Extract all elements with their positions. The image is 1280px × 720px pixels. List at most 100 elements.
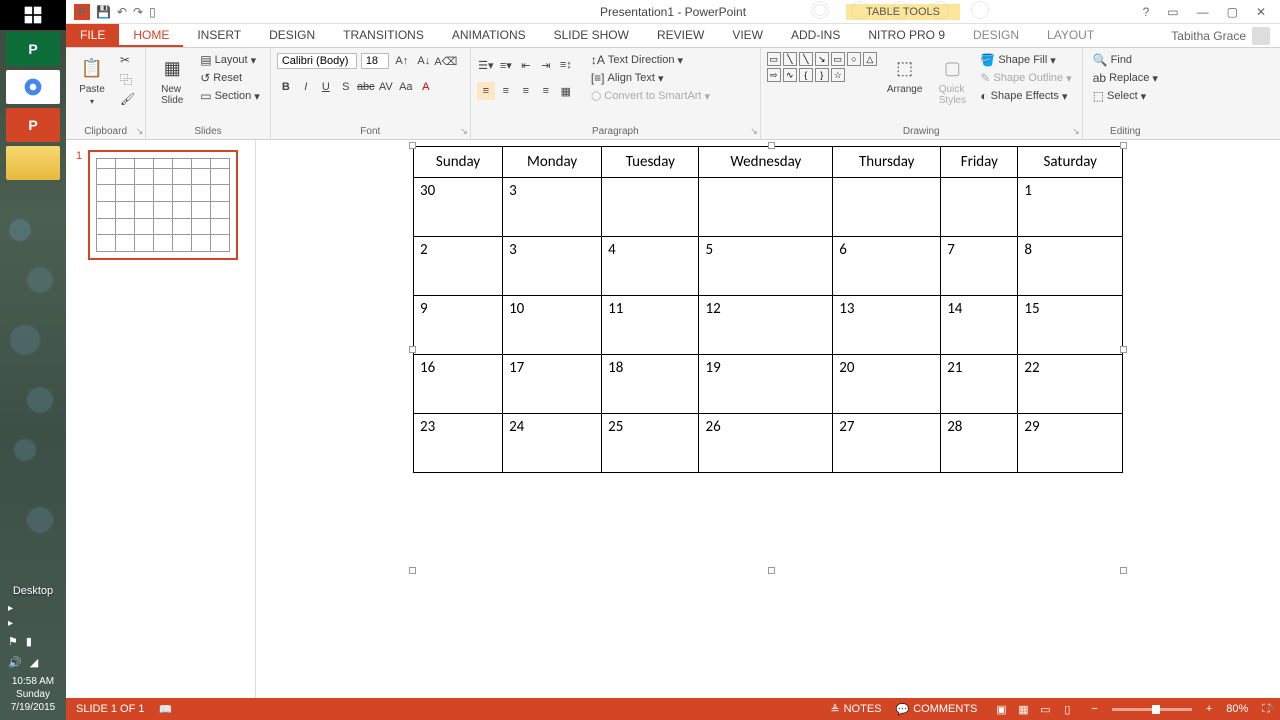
slide-count[interactable]: SLIDE 1 OF 1	[76, 703, 144, 715]
calendar-cell[interactable]: 20	[833, 355, 941, 414]
clear-format-button[interactable]: A⌫	[437, 52, 455, 70]
shape-star-icon[interactable]: ☆	[831, 68, 845, 82]
underline-button[interactable]: U	[317, 78, 335, 96]
section-button[interactable]: ▭Section▾	[196, 88, 264, 104]
calendar-cell[interactable]: 14	[941, 296, 1018, 355]
tab-nitro[interactable]: NITRO PRO 9	[854, 24, 959, 47]
grow-font-button[interactable]: A↑	[393, 52, 411, 70]
shrink-font-button[interactable]: A↓	[415, 52, 433, 70]
calendar-cell[interactable]	[833, 178, 941, 237]
decrease-indent-button[interactable]: ⇤	[517, 56, 535, 74]
taskbar-chrome-icon[interactable]	[6, 70, 60, 104]
shape-arrow2-icon[interactable]: ⇨	[767, 68, 781, 82]
tab-file[interactable]: FILE	[66, 24, 119, 47]
shape-tri-icon[interactable]: △	[863, 52, 877, 66]
header-saturday[interactable]: Saturday	[1018, 147, 1123, 178]
layout-button[interactable]: ▤Layout▾	[196, 52, 264, 68]
align-text-button[interactable]: [≡]Align Text▾	[587, 70, 714, 86]
spacing-button[interactable]: AV	[377, 78, 395, 96]
justify-button[interactable]: ≡	[537, 82, 555, 100]
calendar-cell[interactable]: 3	[503, 237, 602, 296]
calendar-cell[interactable]: 25	[602, 414, 699, 473]
calendar-cell[interactable]: 18	[602, 355, 699, 414]
quick-styles-button[interactable]: ▢ Quick Styles	[932, 52, 972, 108]
battery-icon[interactable]: ▮	[26, 635, 32, 648]
font-launcher-icon[interactable]: ↘	[460, 126, 468, 137]
tab-home[interactable]: HOME	[119, 24, 183, 47]
tab-table-layout[interactable]: LAYOUT	[1033, 24, 1108, 47]
slideshow-view-icon[interactable]: ▯	[1057, 701, 1077, 717]
cut-button[interactable]: ✂	[116, 52, 139, 68]
clipboard-launcher-icon[interactable]: ↘	[136, 126, 144, 137]
zoom-slider[interactable]	[1112, 708, 1192, 711]
calendar-cell[interactable]: 6	[833, 237, 941, 296]
normal-view-icon[interactable]: ▣	[991, 701, 1011, 717]
tab-table-design[interactable]: DESIGN	[959, 24, 1033, 47]
calendar-cell[interactable]: 15	[1018, 296, 1123, 355]
increase-indent-button[interactable]: ⇥	[537, 56, 555, 74]
maximize-icon[interactable]: ▢	[1223, 5, 1242, 19]
shape-line-icon[interactable]: ╲	[783, 52, 797, 66]
shapes-gallery[interactable]: ▭ ╲ ╲ ↘ ▭ ○ △ ⇨ ∿ { } ☆	[767, 52, 877, 82]
calendar-cell[interactable]: 16	[414, 355, 503, 414]
selection-handle[interactable]	[768, 142, 775, 149]
italic-button[interactable]: I	[297, 78, 315, 96]
text-direction-button[interactable]: ↕AText Direction▾	[587, 52, 714, 68]
calendar-cell[interactable]: 4	[602, 237, 699, 296]
selection-handle[interactable]	[409, 567, 416, 574]
taskbar-arrow[interactable]: ▸	[0, 601, 66, 616]
network-icon[interactable]: ◢	[30, 656, 38, 669]
zoom-level[interactable]: 80%	[1226, 703, 1248, 715]
tab-transitions[interactable]: TRANSITIONS	[329, 24, 438, 47]
calendar-cell[interactable]: 10	[503, 296, 602, 355]
shape-brace2-icon[interactable]: }	[815, 68, 829, 82]
comments-button[interactable]: 💬 COMMENTS	[896, 703, 978, 716]
reset-button[interactable]: ↺Reset	[196, 70, 264, 86]
zoom-in-icon[interactable]: +	[1206, 703, 1212, 715]
taskbar-powerpoint-icon[interactable]: P	[6, 108, 60, 142]
calendar-cell[interactable]: 29	[1018, 414, 1123, 473]
header-monday[interactable]: Monday	[503, 147, 602, 178]
header-thursday[interactable]: Thursday	[833, 147, 941, 178]
taskbar-explorer-icon[interactable]	[6, 146, 60, 180]
user-account[interactable]: Tabitha Grace	[1161, 24, 1280, 47]
flag-icon[interactable]: ⚑	[8, 635, 18, 648]
shape-arrow-icon[interactable]: ↘	[815, 52, 829, 66]
selection-handle[interactable]	[409, 142, 416, 149]
align-right-button[interactable]: ≡	[517, 82, 535, 100]
case-button[interactable]: Aa	[397, 78, 415, 96]
taskbar-clock[interactable]: 10:58 AM Sunday 7/19/2015	[0, 673, 66, 720]
calendar-cell[interactable]: 9	[414, 296, 503, 355]
header-friday[interactable]: Friday	[941, 147, 1018, 178]
format-painter-button[interactable]: 🖌	[116, 91, 139, 107]
collapse-ribbon-icon[interactable]: ˄	[1267, 700, 1274, 714]
calendar-table[interactable]: Sunday Monday Tuesday Wednesday Thursday…	[413, 146, 1123, 473]
calendar-cell[interactable]: 17	[503, 355, 602, 414]
calendar-cell[interactable]: 24	[503, 414, 602, 473]
calendar-cell[interactable]: 3	[503, 178, 602, 237]
numbering-button[interactable]: ≡▾	[497, 56, 515, 74]
calendar-cell[interactable]	[941, 178, 1018, 237]
calendar-cell[interactable]: 23	[414, 414, 503, 473]
ribbon-display-icon[interactable]: ▭	[1163, 5, 1182, 19]
tab-design[interactable]: DESIGN	[255, 24, 329, 47]
tab-insert[interactable]: INSERT	[183, 24, 255, 47]
calendar-cell[interactable]: 8	[1018, 237, 1123, 296]
slide-edit-area[interactable]: Sunday Monday Tuesday Wednesday Thursday…	[256, 140, 1280, 698]
shape-fill-button[interactable]: 🪣Shape Fill▾	[976, 52, 1075, 68]
calendar-cell[interactable]: 27	[833, 414, 941, 473]
selection-handle[interactable]	[768, 567, 775, 574]
tab-view[interactable]: VIEW	[718, 24, 777, 47]
close-icon[interactable]: ✕	[1252, 5, 1270, 19]
columns-button[interactable]: ▦	[557, 82, 575, 100]
calendar-cell[interactable]	[699, 178, 833, 237]
bullets-button[interactable]: ☰▾	[477, 56, 495, 74]
arrange-button[interactable]: ⬚ Arrange	[881, 52, 929, 97]
calendar-cell[interactable]: 5	[699, 237, 833, 296]
undo-icon[interactable]: ↶	[117, 5, 127, 19]
shape-outline-button[interactable]: ✎Shape Outline▾	[976, 70, 1075, 86]
spell-check-icon[interactable]: 📖	[158, 703, 172, 716]
find-button[interactable]: 🔍Find	[1089, 52, 1162, 68]
notes-button[interactable]: ≜ NOTES	[830, 703, 881, 716]
calendar-cell[interactable]	[602, 178, 699, 237]
